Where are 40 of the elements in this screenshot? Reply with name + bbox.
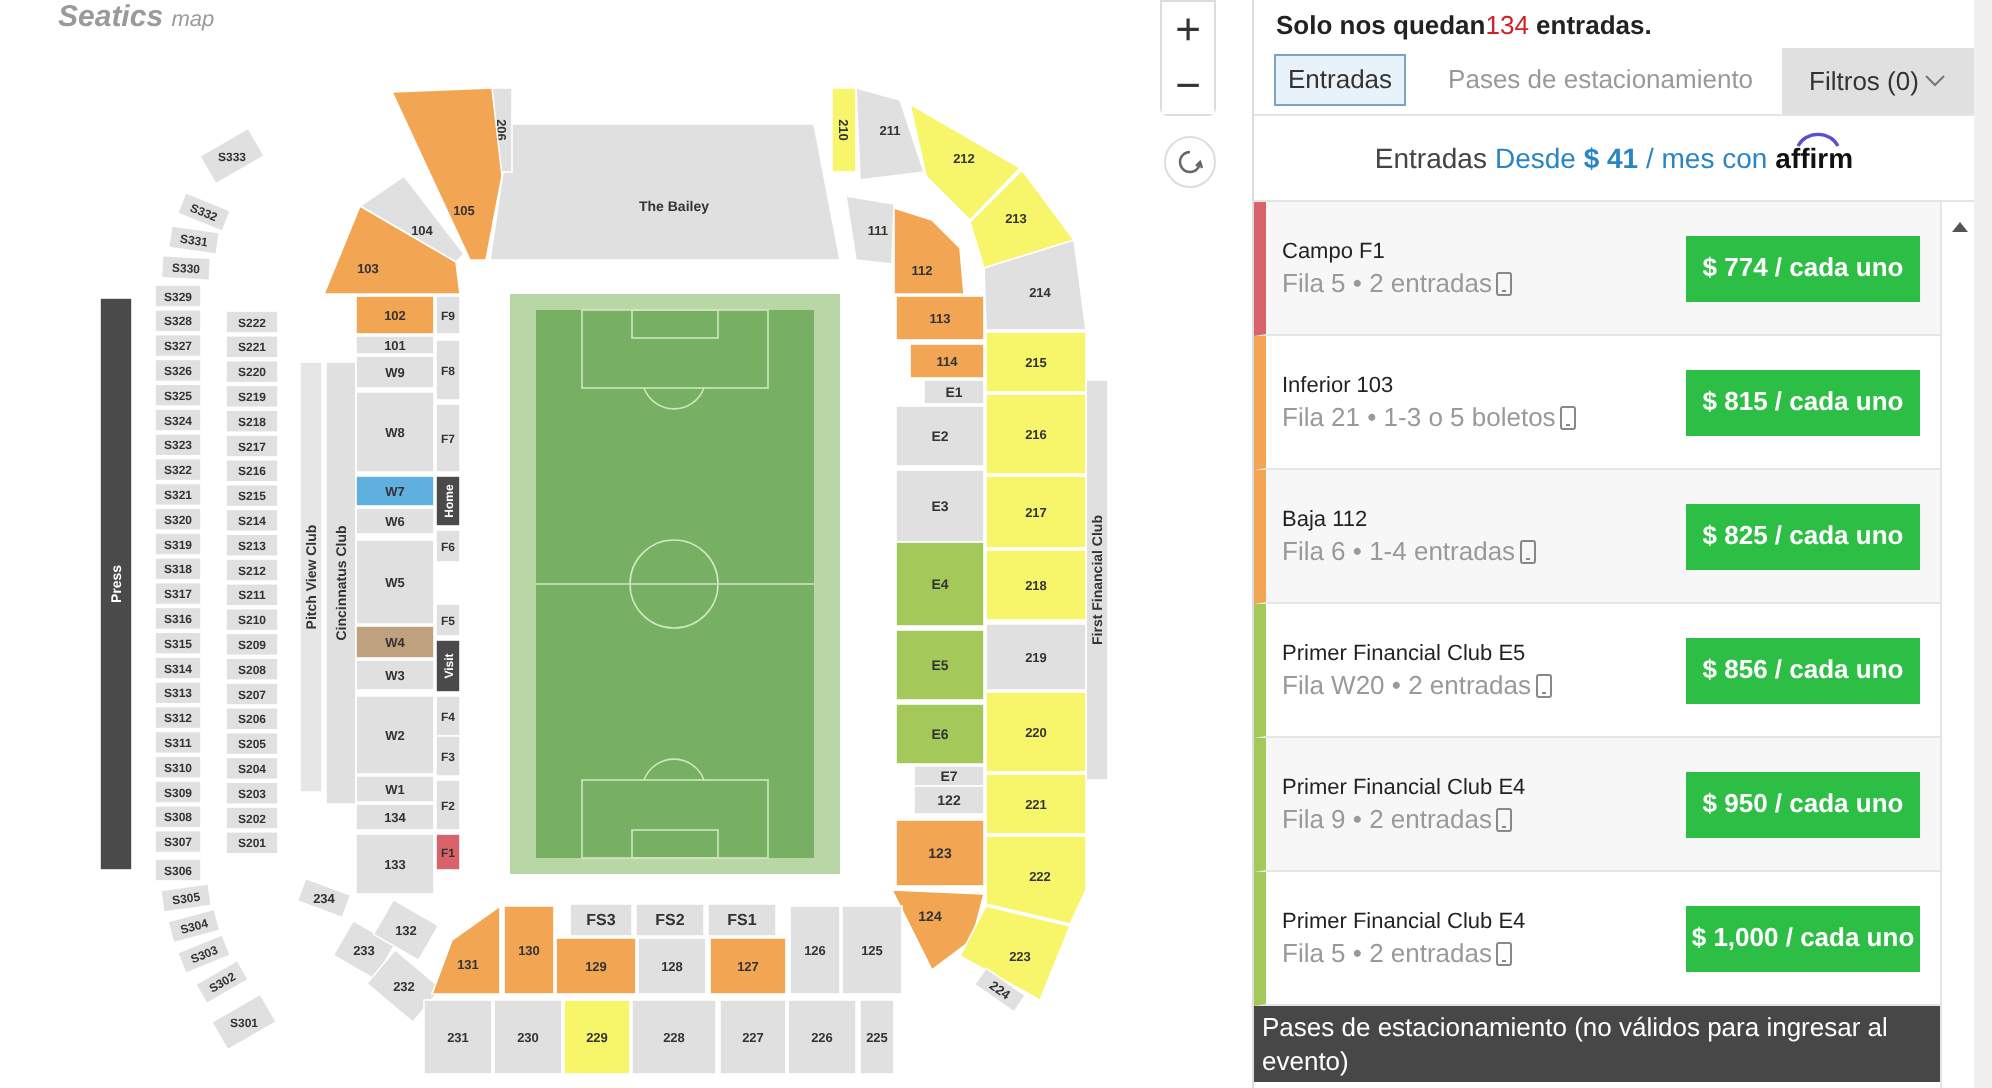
phone-icon <box>1496 808 1512 833</box>
seat-section[interactable]: FS3 <box>569 903 633 937</box>
listing-detail: Fila 5 • 2 entradas <box>1282 938 1492 969</box>
scroll-up-icon[interactable] <box>1952 222 1968 232</box>
listing-detail: Fila 9 • 2 entradas <box>1282 804 1492 835</box>
listing-detail: Fila 6 • 1-4 entradas <box>1282 536 1516 567</box>
reset-button[interactable] <box>1164 136 1216 188</box>
listing-title: Primer Financial Club E5 <box>1282 639 1528 670</box>
ticket-listing[interactable]: Primer Financial Club E4 Fila 9 • 2 entradas $ 950 / cada uno <box>1254 738 1940 872</box>
listing-title: Campo F1 <box>1282 237 1387 268</box>
listing-title: Inferior 103 <box>1282 371 1396 402</box>
financing-link[interactable]: Desde $ 41 / mes con <box>1494 137 1768 179</box>
tickets-remaining-text: Solo nos quedan134 entradas. <box>1274 8 1654 44</box>
listing-title: Baja 112 <box>1282 505 1370 536</box>
financing-label: Entradas <box>1374 139 1487 177</box>
map-logo: Seatics map <box>58 0 215 38</box>
phone-icon <box>1496 272 1512 297</box>
phone-icon <box>1559 406 1576 431</box>
seat-section[interactable]: FS1 <box>707 903 777 937</box>
ticket-listing[interactable]: Primer Financial Club E4 Fila 5 • 2 entradas $ 1,000 / cada uno <box>1254 872 1940 1006</box>
listing-title: Primer Financial Club E4 <box>1282 773 1528 804</box>
seat-section[interactable]: FS2 <box>635 903 705 937</box>
filter-button[interactable]: Filtros (0) <box>1782 48 1974 114</box>
listing-detail: Fila 21 • 1-3 o 5 boletos <box>1282 402 1556 433</box>
listing-detail: Fila 5 • 2 entradas <box>1282 268 1492 299</box>
ticket-listing[interactable]: Campo F1 Fila 5 • 2 entradas $ 774 / cada uno <box>1254 202 1940 336</box>
listing-detail: Fila W20 • 2 entradas <box>1282 670 1531 701</box>
ticket-listing[interactable]: Baja 112 Fila 6 • 1-4 entradas $ 825 / cada uno <box>1254 470 1940 604</box>
reset-icon <box>1176 148 1204 176</box>
parking-section-header: Pases de estacionamiento (no válidos para ingresar al evento) <box>1254 1006 1940 1082</box>
phone-icon <box>1535 674 1551 699</box>
listing-title: Primer Financial Club E4 <box>1282 907 1528 938</box>
phone-icon <box>1519 540 1536 565</box>
ticket-listing[interactable]: Inferior 103 Fila 21 • 1-3 o 5 boletos $ 815 / cada uno <box>1254 336 1940 470</box>
tab[interactable]: Entradas <box>1274 54 1407 106</box>
ticket-listing[interactable]: Primer Financial Club E5 Fila W20 • 2 entradas $ 856 / cada uno <box>1254 604 1940 738</box>
scrollbar[interactable] <box>1940 202 1974 1088</box>
affirm-logo: affirm <box>1775 137 1854 179</box>
phone-icon <box>1496 942 1512 967</box>
chevron-down-icon <box>1924 74 1947 88</box>
